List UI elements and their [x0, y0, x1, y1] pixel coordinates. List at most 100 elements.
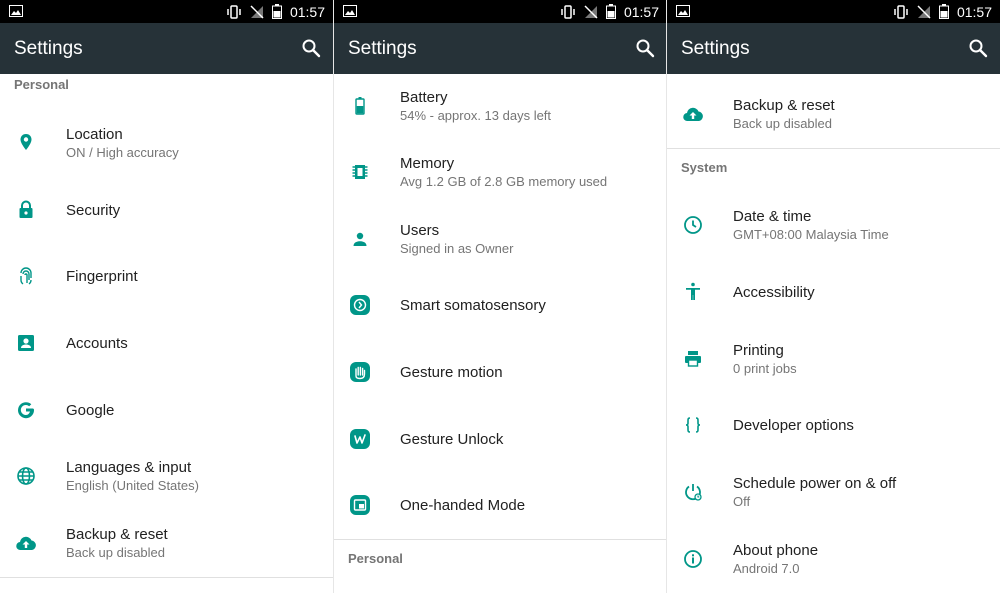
image-notification-icon — [343, 5, 357, 17]
one-handed-icon — [350, 495, 370, 515]
no-signal-icon — [250, 4, 264, 19]
settings-item-users[interactable]: Users Signed in as Owner — [334, 207, 667, 271]
settings-panel-1: 01:57 Settings Personal Location ON / Hig… — [0, 0, 333, 593]
settings-item-location[interactable]: Location ON / High accuracy — [0, 111, 333, 175]
hand-icon — [350, 362, 370, 382]
item-title: Gesture motion — [400, 363, 503, 381]
fingerprint-icon — [20, 267, 32, 285]
item-title: Fingerprint — [66, 267, 138, 285]
settings-item-backup-reset[interactable]: Backup & reset Back up disabled — [0, 511, 333, 575]
settings-item-one-handed-mode[interactable]: One-handed Mode — [334, 473, 667, 537]
item-subtitle: English (United States) — [66, 477, 199, 493]
settings-item-date-time[interactable]: Date & time GMT+08:00 Malaysia Time — [667, 193, 1000, 257]
item-title: Languages & input — [66, 458, 192, 476]
battery-status-icon — [271, 4, 282, 19]
battery-status-icon — [605, 4, 616, 19]
item-title: Accessibility — [733, 283, 815, 301]
info-icon — [684, 550, 702, 568]
search-icon[interactable] — [635, 38, 655, 58]
accessibility-icon — [686, 282, 700, 300]
clock-icon — [684, 216, 702, 234]
item-title: About phone — [733, 541, 819, 559]
battery-icon — [355, 97, 365, 115]
settings-panel-2: 01:57 Settings Battery 54% - approx. 13 d… — [334, 0, 667, 593]
vibrate-icon — [227, 4, 241, 19]
settings-item-smart-somatosensory[interactable]: Smart somatosensory — [334, 273, 667, 337]
person-icon — [353, 232, 367, 246]
image-notification-icon — [9, 5, 23, 17]
settings-item-accessibility[interactable]: Accessibility — [667, 260, 1000, 324]
item-subtitle: Back up disabled — [733, 115, 833, 131]
printer-icon — [685, 351, 701, 367]
search-icon[interactable] — [968, 38, 988, 58]
status-time: 01:57 — [289, 3, 325, 20]
item-title: One-handed Mode — [400, 496, 526, 514]
item-subtitle: GMT+08:00 Malaysia Time — [733, 226, 889, 242]
item-title: Date & time — [733, 207, 812, 225]
page-title: Settings — [348, 38, 417, 59]
settings-item-security[interactable]: Security — [0, 178, 333, 242]
image-notification-icon — [676, 5, 690, 17]
no-signal-icon — [584, 4, 598, 19]
somatosensory-icon — [350, 295, 370, 315]
settings-item-fingerprint[interactable]: Fingerprint — [0, 244, 333, 308]
section-header-system: System — [681, 160, 728, 175]
item-title: Google — [66, 401, 115, 419]
item-subtitle: 54% - approx. 13 days left — [400, 107, 552, 123]
item-title: Smart somatosensory — [400, 296, 546, 314]
settings-item-schedule-power[interactable]: Schedule power on & off Off — [667, 460, 1000, 524]
settings-item-printing[interactable]: Printing 0 print jobs — [667, 327, 1000, 391]
no-signal-icon — [917, 4, 931, 19]
item-subtitle: Android 7.0 — [733, 560, 800, 576]
item-title: Printing — [733, 341, 784, 359]
lock-icon — [19, 200, 33, 218]
page-title: Settings — [14, 38, 83, 59]
item-title: Gesture Unlock — [400, 430, 504, 448]
braces-icon — [685, 417, 701, 433]
settings-item-developer-options[interactable]: Developer options — [667, 393, 1000, 457]
section-header-personal: Personal — [348, 551, 403, 566]
memory-chip-icon — [352, 165, 368, 179]
status-time: 01:57 — [623, 3, 659, 20]
item-title: Backup & reset — [733, 96, 835, 114]
divider — [0, 577, 333, 578]
status-bar: 01:57 — [667, 0, 1000, 23]
item-title: Schedule power on & off — [733, 474, 897, 492]
settings-item-accounts[interactable]: Accounts — [0, 311, 333, 375]
vibrate-icon — [894, 4, 908, 19]
item-title: Security — [66, 201, 121, 219]
settings-item-backup-reset[interactable]: Backup & reset Back up disabled — [667, 82, 1000, 146]
divider — [334, 539, 667, 540]
app-bar: Settings — [667, 23, 1000, 74]
cloud-upload-icon — [683, 107, 703, 122]
page-title: Settings — [681, 38, 750, 59]
item-title: Accounts — [66, 334, 128, 352]
settings-panel-3: 01:57 Settings Backup & reset Back up dis… — [667, 0, 1000, 593]
item-subtitle: Signed in as Owner — [400, 240, 514, 256]
item-subtitle: Avg 1.2 GB of 2.8 GB memory used — [400, 173, 608, 189]
item-title: Developer options — [733, 416, 854, 434]
settings-item-about-phone[interactable]: About phone Android 7.0 — [667, 527, 1000, 591]
vibrate-icon — [561, 4, 575, 19]
item-title: Battery — [400, 88, 448, 106]
status-time: 01:57 — [956, 3, 992, 20]
settings-item-google[interactable]: Google — [0, 378, 333, 442]
power-schedule-icon — [685, 484, 702, 501]
search-icon[interactable] — [301, 38, 321, 58]
settings-item-gesture-motion[interactable]: Gesture motion — [334, 340, 667, 404]
app-bar: Settings — [334, 23, 667, 74]
settings-item-gesture-unlock[interactable]: Gesture Unlock — [334, 407, 667, 471]
settings-item-memory[interactable]: Memory Avg 1.2 GB of 2.8 GB memory used — [334, 140, 667, 204]
settings-item-languages[interactable]: Languages & input English (United States) — [0, 444, 333, 508]
item-title: Users — [400, 221, 440, 239]
divider — [667, 148, 1000, 149]
item-title: Backup & reset — [66, 525, 168, 543]
google-icon — [18, 402, 35, 419]
item-subtitle: Off — [733, 493, 751, 509]
item-title: Memory — [400, 154, 455, 172]
app-bar: Settings — [0, 23, 333, 74]
settings-item-battery[interactable]: Battery 54% - approx. 13 days left — [334, 74, 667, 138]
cloud-upload-icon — [16, 536, 36, 551]
status-bar: 01:57 — [334, 0, 667, 23]
item-subtitle: Back up disabled — [66, 544, 166, 560]
